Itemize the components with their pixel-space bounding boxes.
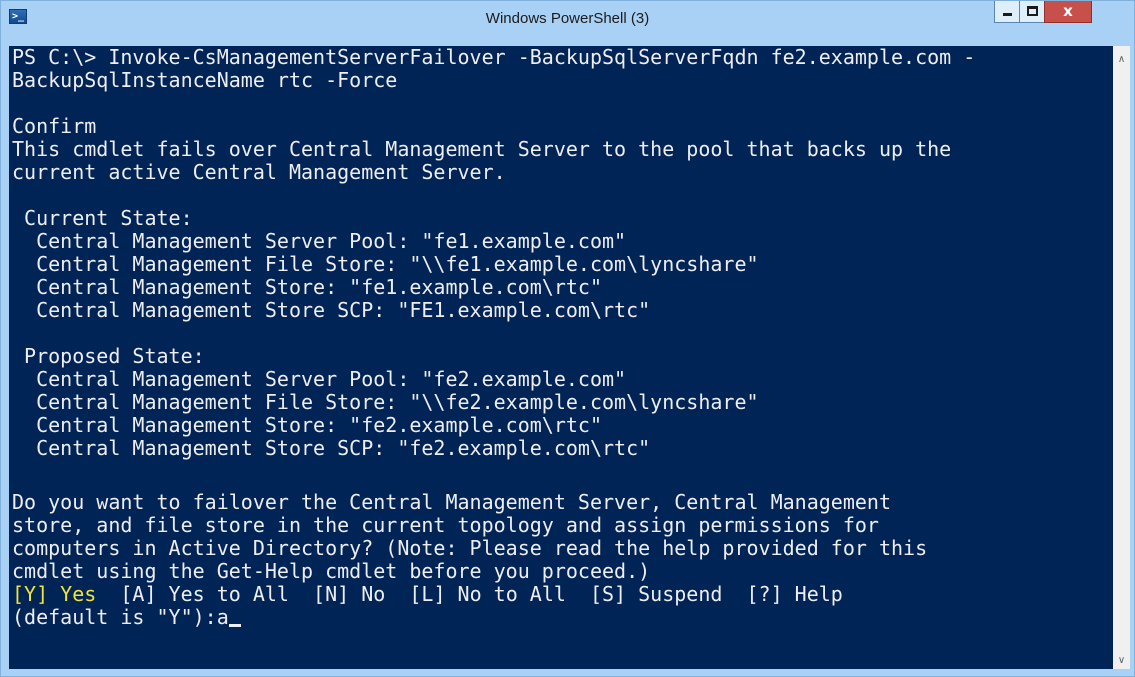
console-line: current active Central Management Server… [12,160,506,184]
console-line: Central Management Server Pool: "fe1.exa… [12,229,627,253]
choice-options: [A] Yes to All [N] No [L] No to All [S] … [96,582,843,606]
scroll-up-icon[interactable]: ∧ [1113,51,1130,68]
choice-line: [Y] Yes [A] Yes to All [N] No [L] No to … [12,583,843,606]
choice-yes-default: [Y] Yes [12,582,97,606]
title-bar[interactable]: >_ Windows PowerShell (3) x [1,1,1134,36]
console-line: computers in Active Directory? (Note: Pl… [12,536,928,560]
console-line: This cmdlet fails over Central Managemen… [12,137,952,161]
window-title: Windows PowerShell (3) [485,10,650,27]
powershell-window: >_ Windows PowerShell (3) x PS C:\> Invo… [0,0,1135,677]
console-line: BackupSqlInstanceName rtc -Force [12,68,398,92]
console-line: Central Management Store SCP: "FE1.examp… [12,298,651,322]
console-line: Central Management Store: "fe1.example.c… [12,275,603,299]
scroll-down-icon[interactable]: ∨ [1113,652,1130,669]
prompt-label: (default is "Y"): [12,605,217,629]
console-line: Proposed State: [12,344,205,368]
console-output[interactable]: PS C:\> Invoke-CsManagementServerFailove… [9,46,1113,669]
close-icon: x [1063,2,1073,20]
vertical-scrollbar[interactable]: ∧ ∨ [1113,46,1130,669]
close-button[interactable]: x [1044,1,1092,23]
console-line: Central Management Store SCP: "fe2.examp… [12,436,651,460]
console-line: Central Management Store: "fe2.example.c… [12,413,603,437]
console-line: PS C:\> Invoke-CsManagementServerFailove… [12,46,976,69]
console-line: Central Management File Store: "\\fe1.ex… [12,252,759,276]
console-line: cmdlet using the Get-Help cmdlet before … [12,559,651,583]
console-line: Confirm [12,114,97,138]
console-input[interactable]: a [217,605,229,629]
minimize-button[interactable] [994,1,1020,23]
maximize-icon [1027,6,1038,16]
console-line: Central Management Server Pool: "fe2.exa… [12,367,627,391]
console-line: Central Management File Store: "\\fe2.ex… [12,390,759,414]
prompt-line[interactable]: (default is "Y"):a [12,606,241,629]
text-cursor [228,624,241,627]
console-line: store, and file store in the current top… [12,513,879,537]
maximize-button[interactable] [1019,1,1045,23]
console-line: Current State: [12,206,193,230]
minimize-icon [1003,13,1012,16]
console-line: Do you want to failover the Central Mana… [12,490,891,514]
